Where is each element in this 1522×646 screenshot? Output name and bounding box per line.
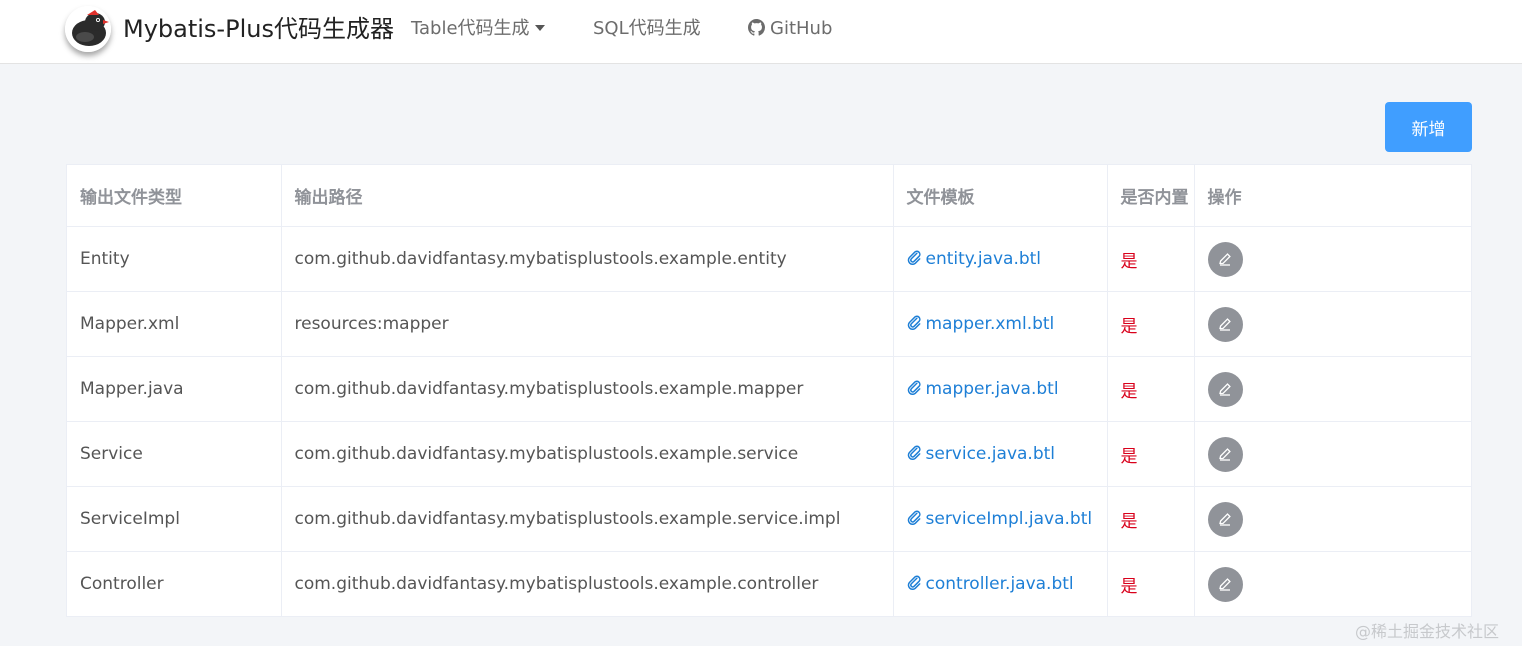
cell-file-type: Mapper.java [67, 356, 282, 422]
edit-button[interactable] [1207, 566, 1243, 602]
caret-down-icon [534, 24, 545, 31]
brand-title[interactable]: Mybatis-Plus代码生成器 [123, 13, 394, 45]
template-link-label: service.java.btl [925, 444, 1056, 464]
column-header-builtin[interactable]: 是否内置 [1107, 165, 1195, 227]
edit-icon [1219, 448, 1231, 461]
paperclip-icon [907, 510, 921, 525]
github-icon [748, 19, 765, 36]
template-link[interactable]: mapper.xml.btl [907, 314, 1055, 334]
cell-actions [1194, 486, 1471, 552]
watermark: @稀土掘金技术社区 [1355, 622, 1500, 641]
edit-button[interactable] [1207, 306, 1243, 342]
cell-file-type: Mapper.xml [67, 291, 282, 357]
edit-button[interactable] [1207, 501, 1243, 537]
edit-icon [1219, 318, 1231, 331]
template-link-label: mapper.java.btl [925, 379, 1059, 399]
paperclip-icon [907, 445, 921, 460]
edit-icon [1219, 513, 1231, 526]
cell-output-path: com.github.davidfantasy.mybatisplustools… [281, 421, 894, 487]
brand-logo[interactable] [65, 6, 111, 52]
edit-icon [1219, 578, 1231, 591]
template-link-label: serviceImpl.java.btl [925, 509, 1093, 529]
template-link[interactable]: controller.java.btl [907, 574, 1074, 594]
cell-actions [1194, 291, 1471, 357]
template-link-label: controller.java.btl [925, 574, 1074, 594]
cell-output-path: com.github.davidfantasy.mybatisplustools… [281, 226, 894, 292]
cell-builtin: 是 [1107, 356, 1195, 422]
cell-actions [1194, 421, 1471, 487]
edit-icon [1219, 383, 1231, 396]
edit-icon [1219, 253, 1231, 266]
cell-file-type: Entity [67, 226, 282, 292]
nav-table-codegen-label: Table代码生成 [411, 18, 530, 39]
bird-logo-icon [65, 6, 111, 52]
cell-template: mapper.xml.btl [893, 291, 1108, 357]
column-header-template[interactable]: 文件模板 [893, 165, 1108, 227]
cell-file-type: ServiceImpl [67, 486, 282, 552]
column-header-actions: 操作 [1194, 165, 1471, 227]
template-link-label: entity.java.btl [925, 249, 1042, 269]
add-button[interactable]: 新增 [1385, 102, 1472, 152]
nav-sql-codegen[interactable]: SQL代码生成 [593, 16, 701, 42]
cell-builtin: 是 [1107, 226, 1195, 292]
template-link[interactable]: serviceImpl.java.btl [907, 509, 1093, 529]
cell-template: service.java.btl [893, 421, 1108, 487]
table-row: Entity com.github.davidfantasy.mybatispl… [67, 226, 1471, 292]
nav-table-codegen[interactable]: Table代码生成 [411, 16, 545, 42]
cell-actions [1194, 552, 1471, 617]
cell-output-path: com.github.davidfantasy.mybatisplustools… [281, 551, 894, 616]
cell-builtin: 是 [1107, 486, 1195, 552]
table-row: Controller com.github.davidfantasy.mybat… [67, 551, 1471, 617]
table-row: ServiceImpl com.github.davidfantasy.myba… [67, 486, 1471, 552]
paperclip-icon [907, 250, 921, 265]
cell-template: entity.java.btl [893, 226, 1108, 292]
top-navbar: Mybatis-Plus代码生成器 Table代码生成 SQL代码生成 GitH… [0, 0, 1522, 64]
column-header-output-path[interactable]: 输出路径 [281, 165, 894, 227]
table-row: Mapper.xml resources:mapper mapper.xml.b… [67, 291, 1471, 357]
cell-file-type: Service [67, 421, 282, 487]
template-link-label: mapper.xml.btl [925, 314, 1055, 334]
cell-template: mapper.java.btl [893, 356, 1108, 422]
cell-output-path: resources:mapper [281, 291, 894, 357]
paperclip-icon [907, 575, 921, 590]
cell-actions [1194, 226, 1471, 292]
table-row: Mapper.java com.github.davidfantasy.myba… [67, 356, 1471, 422]
cell-output-path: com.github.davidfantasy.mybatisplustools… [281, 356, 894, 422]
cell-builtin: 是 [1107, 551, 1195, 616]
nav-github[interactable]: GitHub [748, 16, 832, 42]
edit-button[interactable] [1207, 436, 1243, 472]
table-row: Service com.github.davidfantasy.mybatisp… [67, 421, 1471, 487]
column-header-file-type[interactable]: 输出文件类型 [67, 165, 282, 227]
cell-builtin: 是 [1107, 421, 1195, 487]
cell-actions [1194, 356, 1471, 422]
nav-github-label: GitHub [770, 18, 833, 39]
cell-template: serviceImpl.java.btl [893, 486, 1108, 552]
edit-button[interactable] [1207, 371, 1243, 407]
cell-output-path: com.github.davidfantasy.mybatisplustools… [281, 486, 894, 552]
output-config-table: 输出文件类型 输出路径 文件模板 是否内置 操作 Entity com.gith… [66, 164, 1472, 617]
template-link[interactable]: entity.java.btl [907, 249, 1042, 269]
cell-file-type: Controller [67, 551, 282, 616]
paperclip-icon [907, 380, 921, 395]
template-link[interactable]: service.java.btl [907, 444, 1056, 464]
table-header-row: 输出文件类型 输出路径 文件模板 是否内置 操作 [67, 165, 1471, 227]
template-link[interactable]: mapper.java.btl [907, 379, 1059, 399]
cell-builtin: 是 [1107, 291, 1195, 357]
cell-template: controller.java.btl [893, 551, 1108, 616]
paperclip-icon [907, 315, 921, 330]
edit-button[interactable] [1207, 241, 1243, 277]
